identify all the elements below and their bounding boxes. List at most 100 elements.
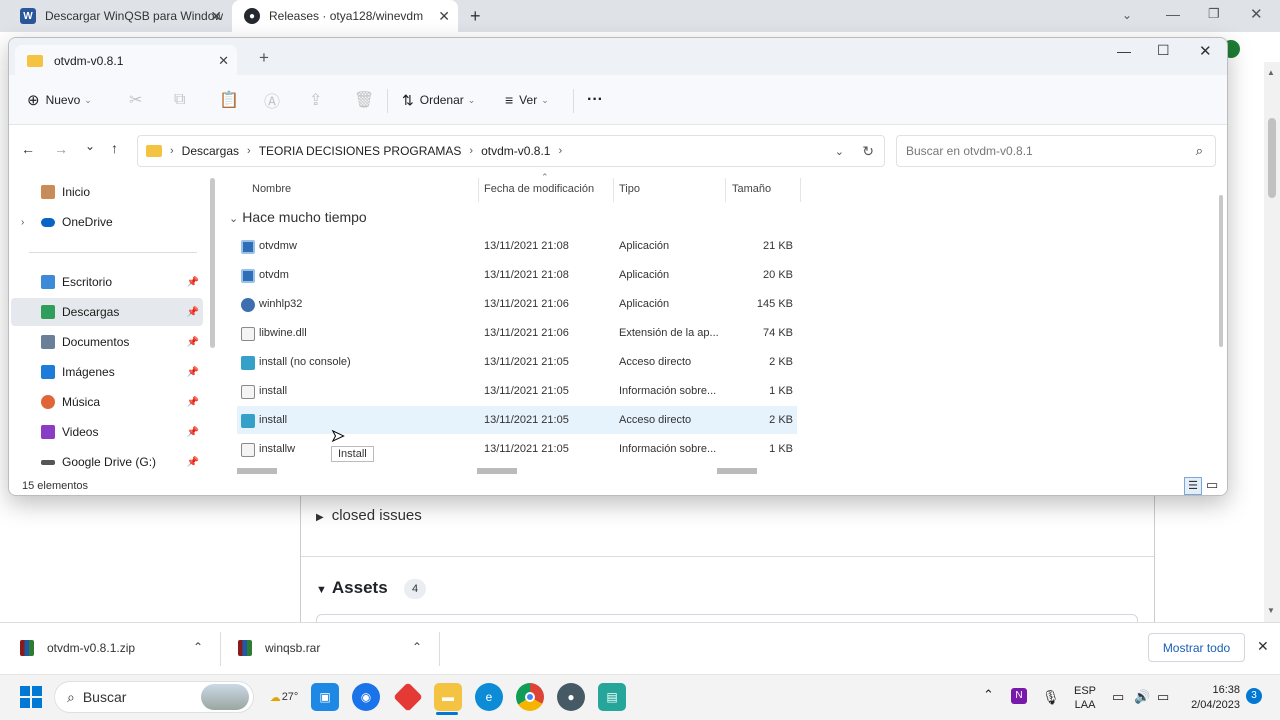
chrome-icon[interactable] (516, 683, 544, 711)
column-header-type[interactable]: Tipo (619, 178, 640, 200)
close-icon[interactable]: ✕ (1250, 5, 1263, 23)
share-icon[interactable]: ⇪ (309, 88, 322, 112)
paste-icon[interactable]: 📋 (219, 88, 239, 112)
store-icon[interactable]: ▣ (311, 683, 339, 711)
copy-icon[interactable]: ⧉ (174, 88, 185, 112)
nav-item-desktop[interactable]: Escritorio 📌 (11, 268, 203, 296)
breadcrumb-item[interactable]: Descargas (182, 144, 239, 158)
app-icon[interactable]: ● (557, 683, 585, 711)
chevron-right-icon[interactable]: › (21, 217, 24, 228)
file-row[interactable]: install (no console) 13/11/2021 21:05 Acce… (237, 348, 797, 376)
back-icon[interactable]: ← (21, 141, 35, 157)
chevron-down-icon[interactable]: ⌄ (1122, 8, 1132, 22)
column-header-size[interactable]: Tamaño (732, 178, 771, 200)
language-indicator[interactable]: ESP LAA (1074, 684, 1096, 712)
close-icon[interactable]: ✕ (438, 8, 450, 25)
chrome-canary-icon[interactable]: ◉ (352, 683, 380, 711)
windows-start-icon[interactable] (20, 686, 42, 708)
closed-issues-toggle[interactable]: ▶ closed issues (316, 507, 422, 524)
notification-badge[interactable]: 3 (1246, 688, 1262, 704)
file-row[interactable]: otvdm 13/11/2021 21:08 Aplicación 20 KB (237, 261, 797, 289)
rename-icon[interactable]: Ⓐ (264, 88, 280, 112)
column-header-name[interactable]: Nombre (252, 178, 291, 200)
file-row[interactable]: installw 13/11/2021 21:05 Información sobr… (237, 435, 797, 463)
explorer-tab[interactable]: otvdm-v0.8.1 ✕ (15, 45, 237, 76)
delete-icon[interactable]: 🗑 (354, 88, 374, 112)
forward-icon[interactable]: → (54, 141, 68, 157)
time: 16:38 (1212, 684, 1240, 696)
restore-icon[interactable]: ❐ (1208, 6, 1220, 22)
nav-item-music[interactable]: Música 📌 (11, 388, 203, 416)
battery-icon[interactable]: ▭ (1157, 689, 1169, 705)
breadcrumb-item[interactable]: TEORIA DECISIONES PROGRAMAS (259, 144, 462, 158)
file-row-hovered[interactable]: install 13/11/2021 21:05 Acceso directo 2 K… (237, 406, 797, 434)
download-item[interactable]: otvdm-v0.8.1.zip (20, 632, 135, 664)
breadcrumb-item[interactable]: otvdm-v0.8.1 (481, 144, 550, 158)
search-input[interactable]: Buscar en otvdm-v0.8.1 ⌕ (896, 135, 1216, 167)
new-tab-button[interactable]: + (470, 6, 481, 27)
file-row[interactable]: install 13/11/2021 21:05 Información sobre… (237, 377, 797, 405)
view-icon: ≡ (505, 92, 514, 108)
file-explorer-icon[interactable]: ▬ (434, 683, 462, 711)
file-size: 2 KB (769, 356, 793, 368)
nav-item-videos[interactable]: Videos 📌 (11, 418, 203, 446)
microphone-icon[interactable]: 🎙 (1042, 689, 1060, 706)
nav-item-onedrive[interactable]: › OneDrive (11, 208, 203, 236)
weather-widget[interactable]: ☁ 27° (270, 683, 299, 711)
close-icon[interactable]: ✕ (218, 53, 229, 69)
maximize-icon[interactable]: ☐ (1157, 42, 1170, 59)
folder-icon (27, 54, 43, 67)
nav-item-google-drive[interactable]: Google Drive (G:) 📌 (11, 448, 203, 476)
view-button[interactable]: ≡ Ver ⌄ (505, 88, 549, 112)
show-all-button[interactable]: Mostrar todo (1148, 633, 1245, 662)
nav-scrollbar[interactable] (210, 178, 215, 348)
volume-icon[interactable]: 🔊 (1134, 689, 1150, 705)
new-button[interactable]: ⊕ Nuevo ⌄ (27, 88, 92, 112)
onenote-icon[interactable]: N (1011, 688, 1027, 704)
closed-issues-label: closed issues (331, 507, 422, 524)
browser-tab-releases[interactable]: ● Releases · otya128/winevdm ✕ (232, 0, 458, 32)
tiles-view-icon[interactable]: ▭ (1206, 477, 1218, 493)
sort-icon: ⇅ (402, 91, 414, 108)
new-tab-button[interactable]: + (259, 48, 269, 68)
more-options-button[interactable]: ··· (587, 88, 603, 112)
refresh-icon[interactable]: ↻ (862, 143, 874, 160)
address-bar[interactable]: › Descargas › TEORIA DECISIONES PROGRAMA… (137, 135, 885, 167)
chevron-up-icon[interactable]: ⌃ (193, 640, 203, 654)
chevron-down-icon[interactable]: ⌄ (835, 145, 844, 158)
scroll-down-icon[interactable]: ▼ (1267, 606, 1275, 615)
app-icon[interactable]: ▤ (598, 683, 626, 711)
up-icon[interactable]: ↑ (111, 140, 118, 156)
download-item[interactable]: winqsb.rar (238, 632, 320, 664)
network-icon[interactable]: ▭ (1112, 689, 1124, 705)
nav-item-documents[interactable]: Documentos 📌 (11, 328, 203, 356)
close-icon[interactable]: ✕ (1257, 638, 1269, 655)
close-icon[interactable]: ✕ (210, 8, 222, 25)
nav-item-images[interactable]: Imágenes 📌 (11, 358, 203, 386)
scroll-up-icon[interactable]: ▲ (1267, 68, 1275, 77)
file-row[interactable]: winhlp32 13/11/2021 21:06 Aplicación 145 KB (237, 290, 797, 318)
content-scrollbar[interactable] (1219, 195, 1223, 347)
assets-toggle[interactable]: ▼ Assets (316, 578, 388, 598)
chevron-up-icon[interactable]: ⌃ (412, 640, 422, 654)
clock[interactable]: 16:38 2/04/2023 (1188, 683, 1240, 713)
nav-item-home[interactable]: Inicio (11, 178, 203, 206)
close-icon[interactable]: ✕ (1199, 42, 1212, 60)
file-type: Aplicación (619, 298, 670, 310)
column-header-modified[interactable]: Fecha de modificación (484, 178, 594, 200)
file-row[interactable]: libwine.dll 13/11/2021 21:06 Extensión de … (237, 319, 797, 347)
browser-tab-winqsb[interactable]: W Descargar WinQSB para Window ✕ (8, 0, 230, 32)
edge-icon[interactable]: e (475, 683, 503, 711)
details-view-icon[interactable]: ☰ (1184, 477, 1202, 495)
scrollbar-thumb[interactable] (1268, 118, 1276, 198)
minimize-icon[interactable]: — (1117, 43, 1131, 59)
sort-button[interactable]: ⇅ Ordenar ⌄ (402, 88, 475, 112)
chevron-up-icon[interactable]: ⌃ (983, 687, 994, 703)
minimize-icon[interactable]: — (1166, 6, 1180, 22)
nav-item-downloads[interactable]: Descargas 📌 (11, 298, 203, 326)
file-row[interactable]: otvdmw 13/11/2021 21:08 Aplicación 21 KB (237, 232, 797, 260)
taskbar-search[interactable]: ⌕ Buscar (54, 681, 254, 713)
recent-locations-icon[interactable]: ⌄ (85, 139, 95, 153)
cut-icon[interactable]: ✂ (129, 88, 142, 112)
group-header[interactable]: ⌄ Hace mucho tiempo (229, 209, 367, 225)
